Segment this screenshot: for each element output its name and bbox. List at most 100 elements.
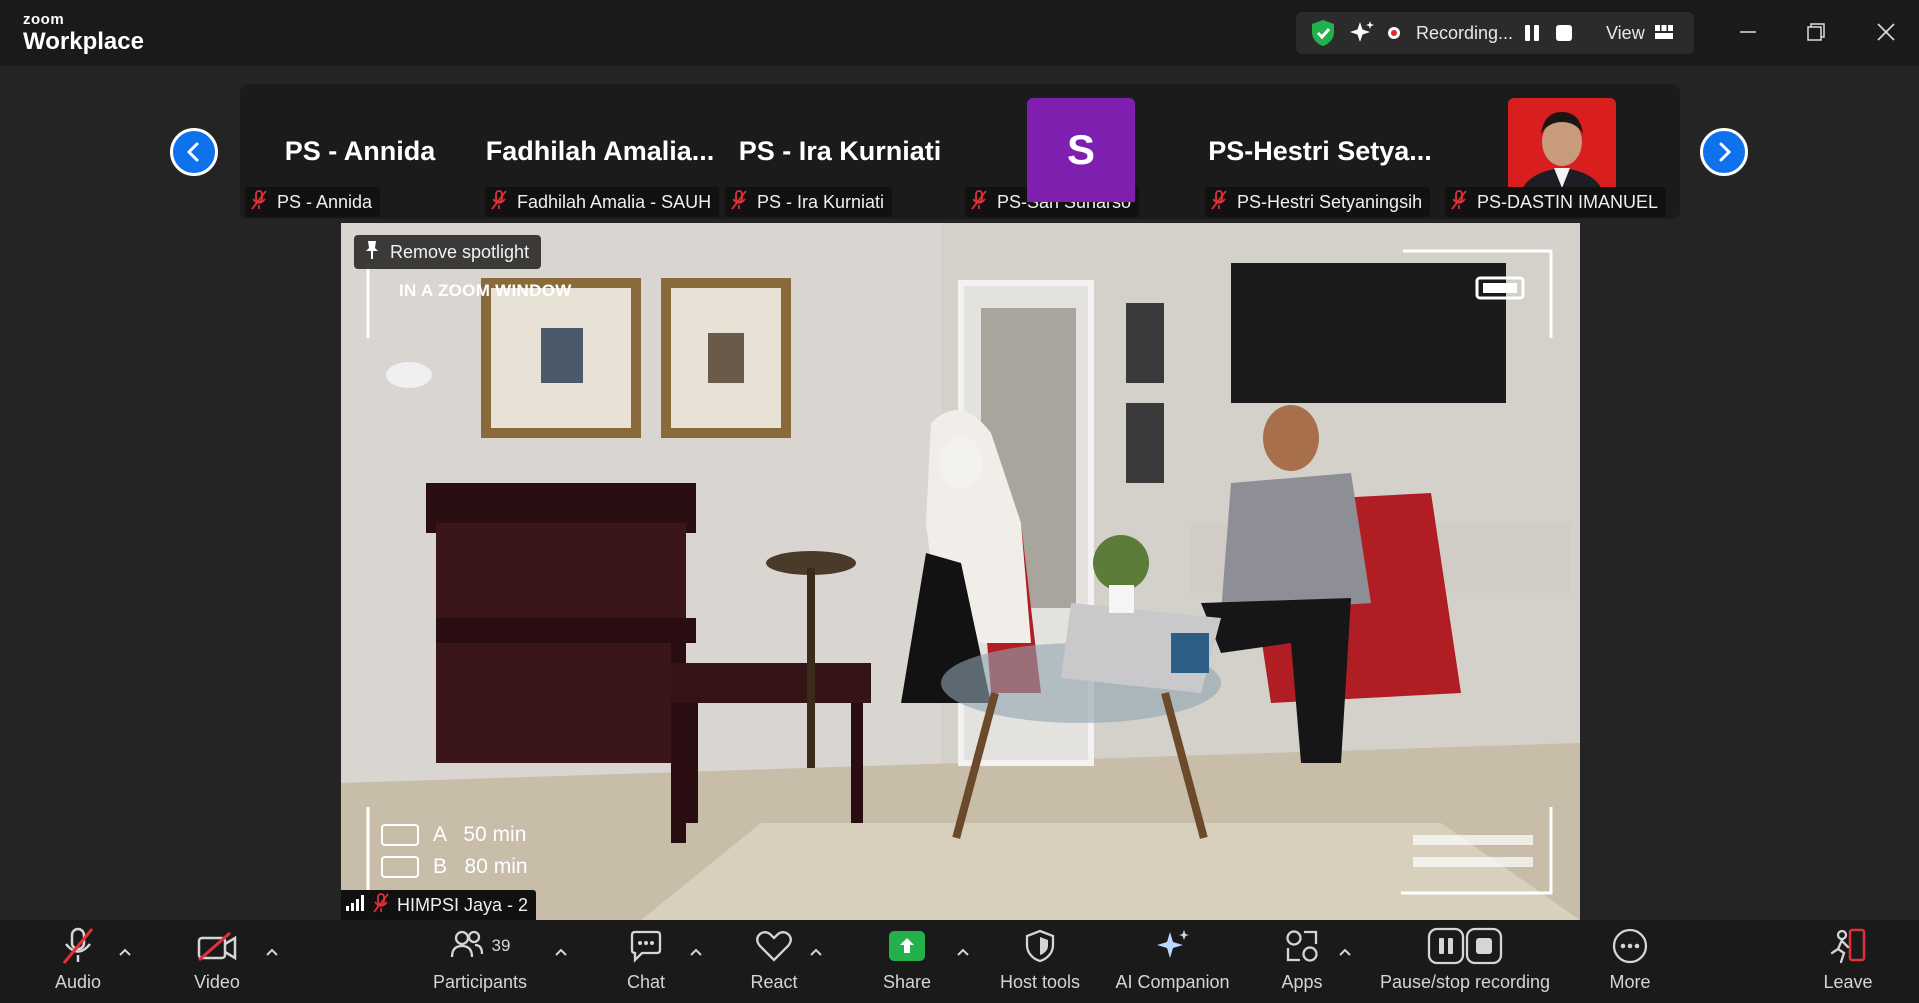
muted-mic-icon [491,189,507,215]
participants-button[interactable]: 39 Participants [430,920,530,1003]
participant-tile[interactable]: PS-Hestri Setya... PS-Hestri Setyaningsi… [1200,84,1440,219]
participant-thumbnail-strip: PS - Annida PS - Annida Fadhilah Amalia.… [240,84,1680,219]
participant-display-name: PS-Hestri Setya... [1208,136,1432,166]
share-options-caret[interactable] [953,942,973,962]
participant-name: PS - Annida [277,191,373,212]
ai-companion-button[interactable]: AI Companion [1110,920,1235,1003]
video-button[interactable]: Video [187,920,247,1003]
spotlight-video[interactable]: Remove spotlight IN A ZOOM WINDOW A 50 m… [341,223,1580,920]
signal-strength-icon [345,894,367,917]
video-label: Video [194,972,240,992]
leave-button[interactable]: Leave [1818,920,1878,1003]
share-screen-icon [889,931,925,961]
participants-icon-wrap: 39 [450,920,511,972]
muted-mic-icon [60,920,96,972]
minimize-button[interactable] [1728,14,1768,50]
muted-mic-icon [1451,189,1467,215]
audio-options-caret[interactable] [115,942,135,962]
apps-label: Apps [1281,972,1323,992]
video-overlay-title: IN A ZOOM WINDOW [399,281,572,300]
chat-button[interactable]: Chat [616,920,676,1003]
ai-companion-label: AI Companion [1115,972,1230,992]
meeting-toolbar: Audio Video 39 Participants Chat React S… [0,920,1919,1003]
muted-mic-icon [731,189,747,215]
view-menu-button[interactable]: View [1606,23,1645,44]
chat-label: Chat [626,972,666,992]
previous-page-button[interactable] [170,128,218,176]
pause-recording-button[interactable] [1520,21,1544,45]
apps-options-caret[interactable] [1335,942,1355,962]
timer-a: A 50 min [381,823,526,847]
participant-display-name: PS - Ira Kurniati [738,136,942,166]
leave-label: Leave [1823,972,1873,992]
meeting-status-bar: Recording... View [1296,12,1694,54]
title-bar: zoom Workplace Recording... View [0,0,1919,66]
react-options-caret[interactable] [806,942,826,962]
participant-tile[interactable]: PS-DASTIN IMANUEL [1440,84,1680,219]
ai-sparkle-icon [1154,920,1192,972]
participant-tile[interactable]: Fadhilah Amalia... Fadhilah Amalia - SAU… [480,84,720,219]
participants-icon [450,929,484,964]
battery-icon [381,824,419,846]
participant-tile[interactable]: PS - Ira Kurniati PS - Ira Kurniati [720,84,960,219]
pause-stop-recording-button[interactable]: Pause/stop recording [1375,920,1555,1003]
participant-name-label: PS - Ira Kurniati [725,187,893,217]
share-button[interactable]: Share [877,920,937,1003]
video-options-caret[interactable] [262,942,282,962]
recording-indicator-icon [1388,27,1400,39]
chat-icon [628,920,664,972]
host-tools-button[interactable]: Host tools [995,920,1085,1003]
avatar: S [1027,98,1135,202]
participant-name: Fadhilah Amalia - SAUH [517,191,712,212]
remove-spotlight-button[interactable]: Remove spotlight [354,235,542,269]
react-label: React [750,972,798,992]
timer-b: B 80 min [381,855,528,879]
recording-status-text: Recording... [1416,23,1514,43]
participants-label: Participants [432,972,528,992]
timer-a-value: A 50 min [433,823,527,846]
participant-tile[interactable]: PS - Annida PS - Annida [240,84,480,219]
leave-icon [1828,920,1868,972]
participant-name-label: Fadhilah Amalia - SAUH [485,187,720,217]
participant-name-label: PS - Annida [245,187,381,217]
heart-icon [755,920,793,972]
participant-display-name: Fadhilah Amalia... [485,136,715,166]
chevron-right-icon [1719,142,1732,162]
share-label: Share [882,972,932,992]
muted-mic-icon [1211,189,1227,215]
next-page-button[interactable] [1700,128,1748,176]
grid-view-icon[interactable] [1654,22,1674,47]
chat-options-caret[interactable] [686,942,706,962]
close-window-button[interactable] [1866,14,1906,50]
muted-mic-icon [251,189,267,215]
apps-button[interactable]: Apps [1272,920,1332,1003]
battery-icon [381,856,419,878]
participant-name-label: PS-Hestri Setyaningsih [1205,187,1431,217]
ai-sparkle-icon[interactable] [1348,19,1376,52]
more-icon [1611,920,1649,972]
react-button[interactable]: React [744,920,804,1003]
spotlight-participant-name: HIMPSI Jaya - 2 [397,894,529,915]
participant-name: PS - Ira Kurniati [757,191,885,212]
muted-mic-icon [373,892,389,918]
share-icon-wrap [889,920,925,972]
participants-count: 39 [491,936,511,955]
brand-large: Workplace [23,28,144,55]
chevron-left-icon [186,142,199,162]
participant-display-name: PS - Annida [284,136,436,166]
audio-button[interactable]: Audio [48,920,108,1003]
restore-button[interactable] [1796,14,1836,50]
more-label: More [1609,972,1651,992]
audio-label: Audio [54,972,102,992]
encryption-shield-icon[interactable] [1310,19,1336,52]
app-logo: zoom Workplace [23,12,144,56]
remove-spotlight-label: Remove spotlight [390,241,530,262]
more-button[interactable]: More [1600,920,1660,1003]
spotlight-name-label: HIMPSI Jaya - 2 [341,890,537,920]
video-off-icon [196,920,238,972]
muted-mic-icon [971,189,987,215]
participants-options-caret[interactable] [551,942,571,962]
brand-small: zoom [23,11,65,28]
stop-recording-button[interactable] [1552,21,1576,45]
participant-name: PS-DASTIN IMANUEL [1477,191,1659,212]
